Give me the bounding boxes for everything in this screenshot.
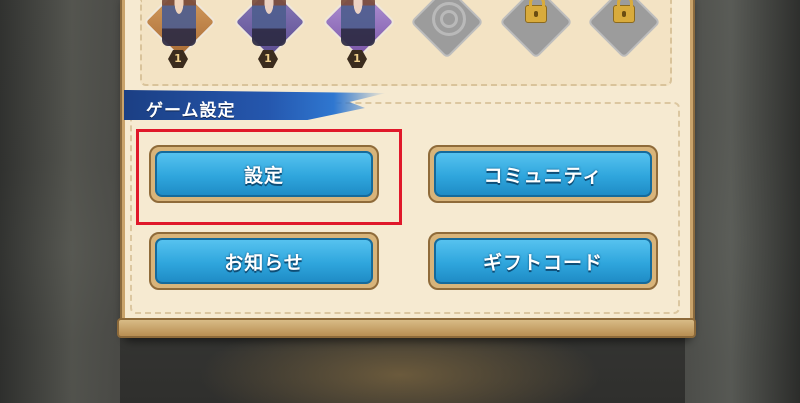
- character-slot-5[interactable]: [499, 0, 573, 59]
- character-portrait: [252, 0, 286, 46]
- gift-code-button[interactable]: ギフトコード: [428, 232, 658, 290]
- news-button-label: お知らせ: [155, 238, 373, 284]
- character-portrait: [162, 0, 196, 46]
- gift-code-button-label: ギフトコード: [434, 238, 652, 284]
- character-slot-3[interactable]: 1: [322, 0, 396, 68]
- character-slot-4[interactable]: [410, 0, 484, 59]
- swirl-icon: [432, 2, 466, 36]
- section-title: ゲーム設定: [146, 101, 236, 121]
- community-button[interactable]: コミュニティ: [428, 145, 658, 203]
- character-slot-1[interactable]: 1: [143, 0, 217, 68]
- news-button[interactable]: お知らせ: [149, 232, 379, 290]
- background-right-blur: [685, 0, 800, 403]
- character-portrait: [341, 0, 375, 46]
- panel-bottom-trim: [117, 318, 696, 338]
- community-button-label: コミュニティ: [434, 151, 652, 197]
- highlight-box: [136, 129, 402, 225]
- character-slot-2[interactable]: 1: [233, 0, 307, 68]
- lock-icon: [525, 0, 547, 23]
- character-slot-6[interactable]: [587, 0, 661, 59]
- lock-icon: [613, 0, 635, 23]
- character-strip: 1 1 1: [140, 0, 672, 86]
- background-left-blur: [0, 0, 120, 403]
